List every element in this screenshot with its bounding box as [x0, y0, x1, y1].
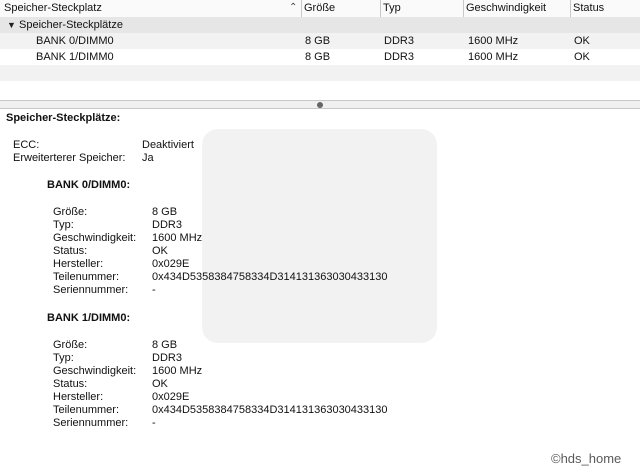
- ecc-value: Deaktiviert: [142, 139, 194, 151]
- bank-title: BANK 0/DIMM0:: [47, 179, 131, 191]
- slot-cell: BANK 1/DIMM0: [36, 51, 114, 63]
- field-label: Typ:: [53, 219, 74, 231]
- detail-title: Speicher-Steckplätze:: [6, 112, 121, 124]
- field-value: 0x029E: [152, 258, 190, 270]
- col-slot-header[interactable]: Speicher-Steckplatz: [4, 0, 102, 17]
- field-value: 8 GB: [152, 339, 178, 351]
- field-label: Typ:: [53, 352, 74, 364]
- speed-cell: 1600 MHz: [468, 35, 519, 47]
- detail-pane: Speicher-Steckplätze: ECC: Deaktiviert E…: [0, 109, 640, 474]
- bank-title: BANK 1/DIMM0:: [47, 312, 131, 324]
- table-row[interactable]: BANK 1/DIMM0 8 GB DDR3 1600 MHz OK: [0, 49, 640, 65]
- field-value: 8 GB: [152, 206, 178, 218]
- status-cell: OK: [574, 51, 590, 63]
- field-label: Hersteller:: [53, 391, 104, 403]
- field-label: Seriennummer:: [53, 417, 129, 429]
- size-cell: 8 GB: [305, 35, 331, 47]
- field-value: OK: [152, 378, 168, 390]
- col-status-header[interactable]: Status: [570, 0, 604, 17]
- empty-row: [0, 65, 640, 81]
- field-value: -: [152, 417, 156, 429]
- field-label: Teilenummer:: [53, 404, 120, 416]
- field-label: Status:: [53, 378, 88, 390]
- field-label: Teilenummer:: [53, 271, 120, 283]
- field-value: 1600 MHz: [152, 232, 203, 244]
- ext-memory-label: Erweiterterer Speicher:: [13, 152, 126, 164]
- field-value: 0x029E: [152, 391, 190, 403]
- group-label: Speicher-Steckplätze: [19, 19, 123, 31]
- field-label: Hersteller:: [53, 258, 104, 270]
- type-cell: DDR3: [384, 35, 414, 47]
- slot-cell: BANK 0/DIMM0: [36, 35, 114, 47]
- col-size-header[interactable]: Größe: [301, 0, 335, 17]
- group-row[interactable]: ▼ Speicher-Steckplätze: [0, 17, 640, 33]
- field-label: Größe:: [53, 206, 88, 218]
- chevron-up-icon[interactable]: ⌃: [289, 2, 297, 13]
- type-cell: DDR3: [384, 51, 414, 63]
- field-value: 1600 MHz: [152, 365, 203, 377]
- empty-row: [0, 81, 640, 97]
- field-value: 0x434D5358384758334D314131363030433130: [152, 271, 388, 283]
- field-value: 0x434D5358384758334D314131363030433130: [152, 404, 388, 416]
- col-type-header[interactable]: Typ: [380, 0, 401, 17]
- field-value: DDR3: [152, 219, 182, 231]
- speed-cell: 1600 MHz: [468, 51, 519, 63]
- field-label: Seriennummer:: [53, 284, 129, 296]
- triangle-down-icon[interactable]: ▼: [7, 17, 16, 33]
- grip-dot-icon[interactable]: [317, 102, 323, 108]
- field-label: Geschwindigkeit:: [53, 365, 137, 377]
- column-header: Speicher-Steckplatz ⌃ Größe Typ Geschwin…: [0, 0, 640, 18]
- watermark: ©hds_home: [551, 451, 622, 466]
- pane-splitter[interactable]: [0, 100, 640, 109]
- size-cell: 8 GB: [305, 51, 331, 63]
- field-value: OK: [152, 245, 168, 257]
- field-label: Geschwindigkeit:: [53, 232, 137, 244]
- ext-memory-value: Ja: [142, 152, 154, 164]
- field-value: DDR3: [152, 352, 182, 364]
- field-label: Status:: [53, 245, 88, 257]
- ghost-overlay: [202, 129, 437, 343]
- ecc-label: ECC:: [13, 139, 40, 151]
- status-cell: OK: [574, 35, 590, 47]
- table-row[interactable]: BANK 0/DIMM0 8 GB DDR3 1600 MHz OK: [0, 33, 640, 49]
- col-speed-header[interactable]: Geschwindigkeit: [463, 0, 546, 17]
- field-value: -: [152, 284, 156, 296]
- field-label: Größe:: [53, 339, 88, 351]
